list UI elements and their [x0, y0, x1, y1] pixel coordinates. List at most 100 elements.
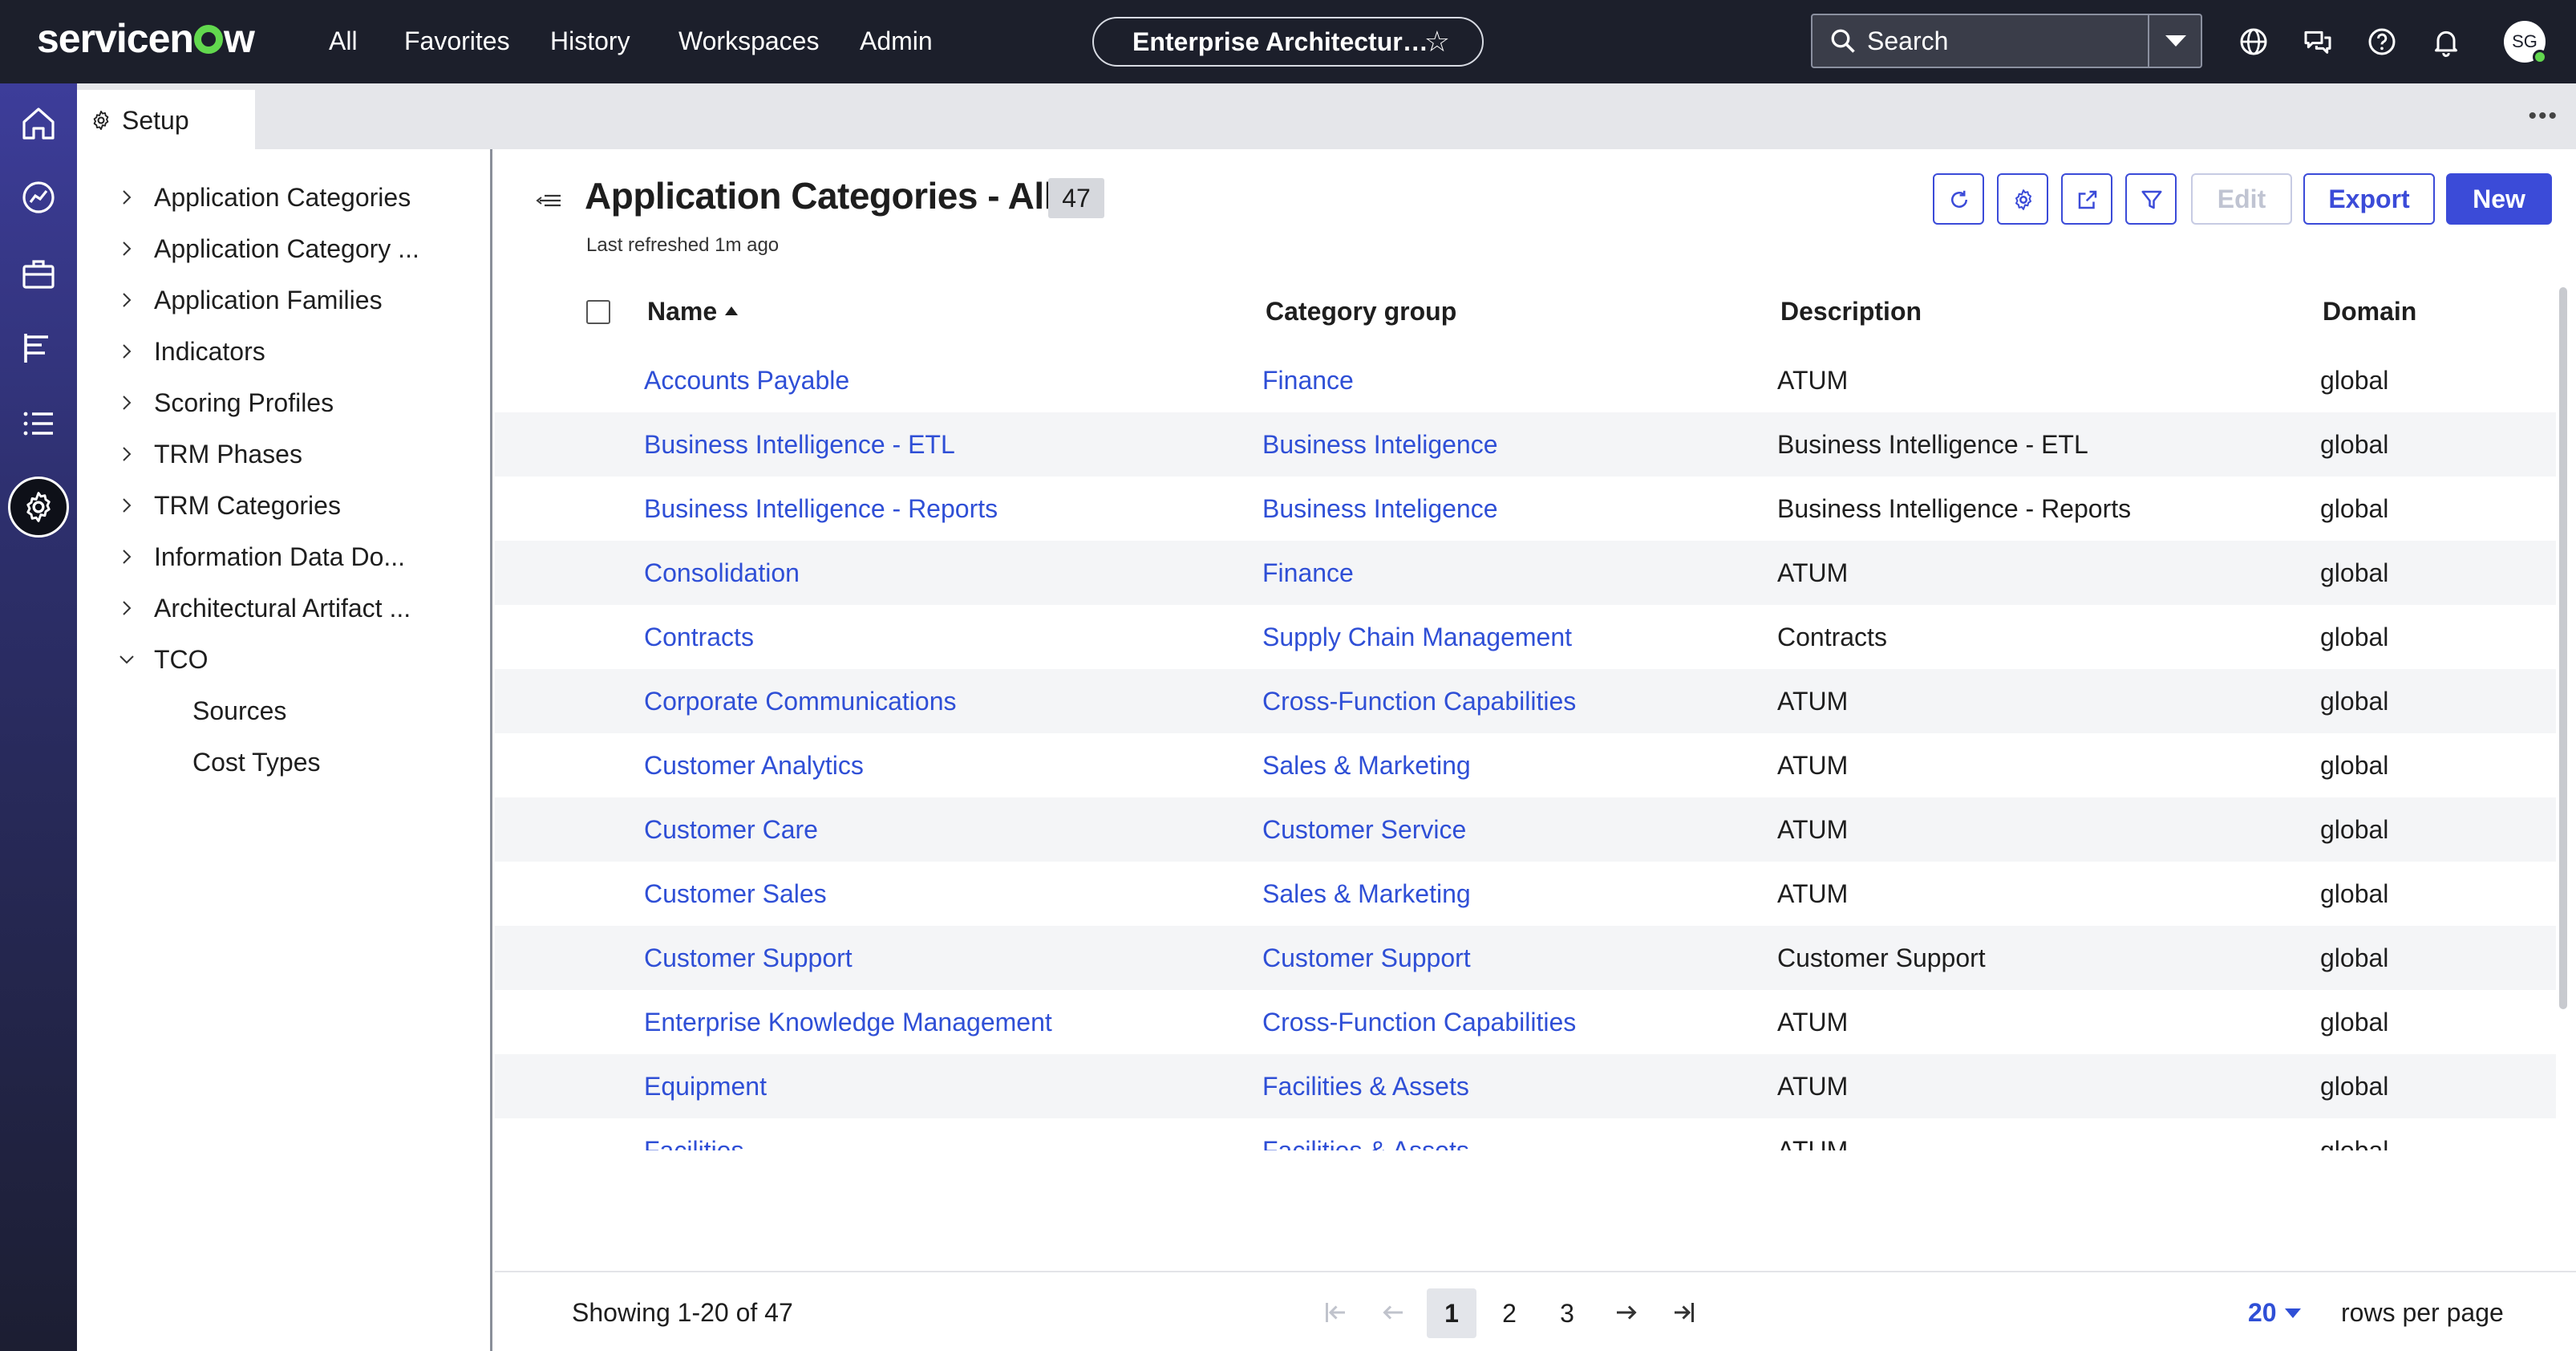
cell-category-group[interactable]: Supply Chain Management [1262, 605, 1572, 669]
home-icon[interactable] [19, 104, 58, 143]
tab-setup[interactable]: Setup [77, 90, 255, 149]
notifications-bell-icon[interactable] [2430, 26, 2462, 58]
cell-category-group[interactable]: Cross-Function Capabilities [1262, 990, 1576, 1054]
cell-category-group[interactable]: Sales & Marketing [1262, 862, 1471, 926]
sidebar-item[interactable]: Application Categories [77, 173, 478, 221]
cell-domain: global [2320, 1008, 2389, 1037]
page-2-button[interactable]: 2 [1484, 1288, 1534, 1338]
chevron-right-icon[interactable] [117, 290, 136, 310]
table-scrollbar[interactable] [2556, 287, 2570, 1154]
sidebar-item[interactable]: Indicators [77, 327, 478, 375]
select-all-checkbox[interactable] [586, 300, 610, 324]
sidebar-item[interactable]: Architectural Artifact ... [77, 584, 478, 632]
edit-button[interactable]: Edit [2191, 173, 2292, 225]
cell-name[interactable]: Customer Care [644, 797, 818, 862]
new-button[interactable]: New [2446, 173, 2552, 225]
next-page-icon[interactable] [1612, 1298, 1641, 1327]
chevron-down-icon[interactable] [117, 650, 136, 669]
cell-category-group[interactable]: Business Inteligence [1262, 412, 1498, 477]
dashboard-gauge-icon[interactable] [19, 178, 58, 217]
cell-name[interactable]: Equipment [644, 1054, 767, 1118]
export-button[interactable]: Export [2303, 173, 2435, 225]
cell-name[interactable]: Contracts [644, 605, 754, 669]
sidebar-item[interactable]: Scoring Profiles [77, 379, 478, 427]
cell-name[interactable]: Customer Analytics [644, 733, 864, 797]
chevron-right-icon[interactable] [117, 598, 136, 618]
chevron-right-icon[interactable] [117, 342, 136, 361]
cell-name[interactable]: Customer Sales [644, 862, 827, 926]
sidebar-subitem[interactable]: Cost Types [77, 738, 478, 786]
sidebar-item[interactable]: TRM Phases [77, 430, 478, 478]
roadmap-icon[interactable] [19, 329, 58, 367]
cell-category-group[interactable]: Finance [1262, 348, 1354, 412]
page-1-button[interactable]: 1 [1427, 1288, 1476, 1338]
nav-admin[interactable]: Admin [860, 21, 933, 61]
cell-domain: global [2320, 687, 2389, 716]
column-header-category-group[interactable]: Category group [1266, 287, 1456, 335]
table-row: Accounts Payable Finance ATUM global [495, 348, 2556, 412]
rows-per-page-select[interactable]: 20 [2248, 1288, 2301, 1337]
refresh-button[interactable] [1933, 173, 1984, 225]
favorite-star-icon[interactable]: ☆ [1424, 18, 1450, 65]
sidebar-item-label: Application Families [154, 286, 383, 314]
cell-category-group[interactable]: Facilities & Assets [1262, 1054, 1469, 1118]
cell-name[interactable]: Business Intelligence - Reports [644, 477, 998, 541]
cell-category-group[interactable]: Customer Service [1262, 797, 1466, 862]
more-options-icon[interactable]: ••• [2528, 103, 2558, 130]
chevron-right-icon[interactable] [117, 496, 136, 515]
sidebar-subitem[interactable]: Sources [77, 687, 478, 735]
last-page-icon[interactable] [1670, 1298, 1699, 1327]
cell-name[interactable]: Consolidation [644, 541, 800, 605]
workspace-context-pill[interactable]: Enterprise Architectur… ☆ [1092, 17, 1484, 67]
cell-name[interactable]: Facilities [644, 1118, 743, 1150]
tab-setup-label: Setup [122, 106, 189, 135]
chevron-right-icon[interactable] [117, 444, 136, 464]
sidebar-item[interactable]: TCO [77, 635, 478, 684]
page-3-button[interactable]: 3 [1542, 1288, 1592, 1338]
column-header-name[interactable]: Name [647, 287, 739, 335]
chevron-right-icon[interactable] [117, 188, 136, 207]
share-button[interactable] [2061, 173, 2112, 225]
cell-category-group[interactable]: Cross-Function Capabilities [1262, 669, 1576, 733]
user-avatar[interactable]: SG [2504, 21, 2547, 64]
first-page-icon[interactable] [1321, 1298, 1350, 1327]
global-search[interactable]: Search [1811, 14, 2202, 68]
chevron-right-icon[interactable] [117, 547, 136, 566]
cell-category-group[interactable]: Customer Support [1262, 926, 1471, 990]
cell-name[interactable]: Customer Support [644, 926, 853, 990]
sidebar-item[interactable]: Application Category ... [77, 225, 478, 273]
chevron-right-icon[interactable] [117, 393, 136, 412]
list-icon[interactable] [19, 404, 58, 443]
cell-category-group[interactable]: Facilities & Assets [1262, 1118, 1469, 1150]
sidebar-item-label: TRM Phases [154, 440, 302, 469]
setup-rail-item-active[interactable] [8, 477, 69, 538]
scrollbar-thumb[interactable] [2559, 287, 2567, 1009]
portfolio-briefcase-icon[interactable] [19, 255, 58, 294]
cell-name[interactable]: Accounts Payable [644, 348, 849, 412]
cell-name[interactable]: Business Intelligence - ETL [644, 412, 955, 477]
filter-button[interactable] [2125, 173, 2177, 225]
chat-icon[interactable] [2302, 26, 2334, 58]
cell-category-group[interactable]: Sales & Marketing [1262, 733, 1471, 797]
globe-icon[interactable] [2238, 26, 2270, 58]
previous-page-icon[interactable] [1379, 1298, 1407, 1327]
sidebar-item[interactable]: TRM Categories [77, 481, 478, 529]
cell-name[interactable]: Corporate Communications [644, 669, 957, 733]
cell-category-group[interactable]: Finance [1262, 541, 1354, 605]
nav-history[interactable]: History [550, 21, 630, 61]
column-header-description[interactable]: Description [1780, 287, 1922, 335]
list-settings-button[interactable] [1997, 173, 2048, 225]
sidebar-item[interactable]: Application Families [77, 276, 478, 324]
nav-favorites[interactable]: Favorites [404, 21, 510, 61]
chevron-right-icon[interactable] [117, 239, 136, 258]
column-header-domain[interactable]: Domain [2323, 287, 2416, 335]
help-icon[interactable] [2366, 26, 2398, 58]
servicenow-logo[interactable]: servicen w [37, 14, 255, 63]
nav-workspaces[interactable]: Workspaces [678, 21, 819, 61]
cell-category-group[interactable]: Business Inteligence [1262, 477, 1498, 541]
sidebar-item[interactable]: Information Data Do... [77, 533, 478, 581]
search-scope-dropdown[interactable] [2148, 15, 2201, 67]
nav-all[interactable]: All [329, 21, 358, 61]
collapse-sidebar-icon[interactable] [535, 191, 562, 210]
cell-name[interactable]: Enterprise Knowledge Management [644, 990, 1052, 1054]
